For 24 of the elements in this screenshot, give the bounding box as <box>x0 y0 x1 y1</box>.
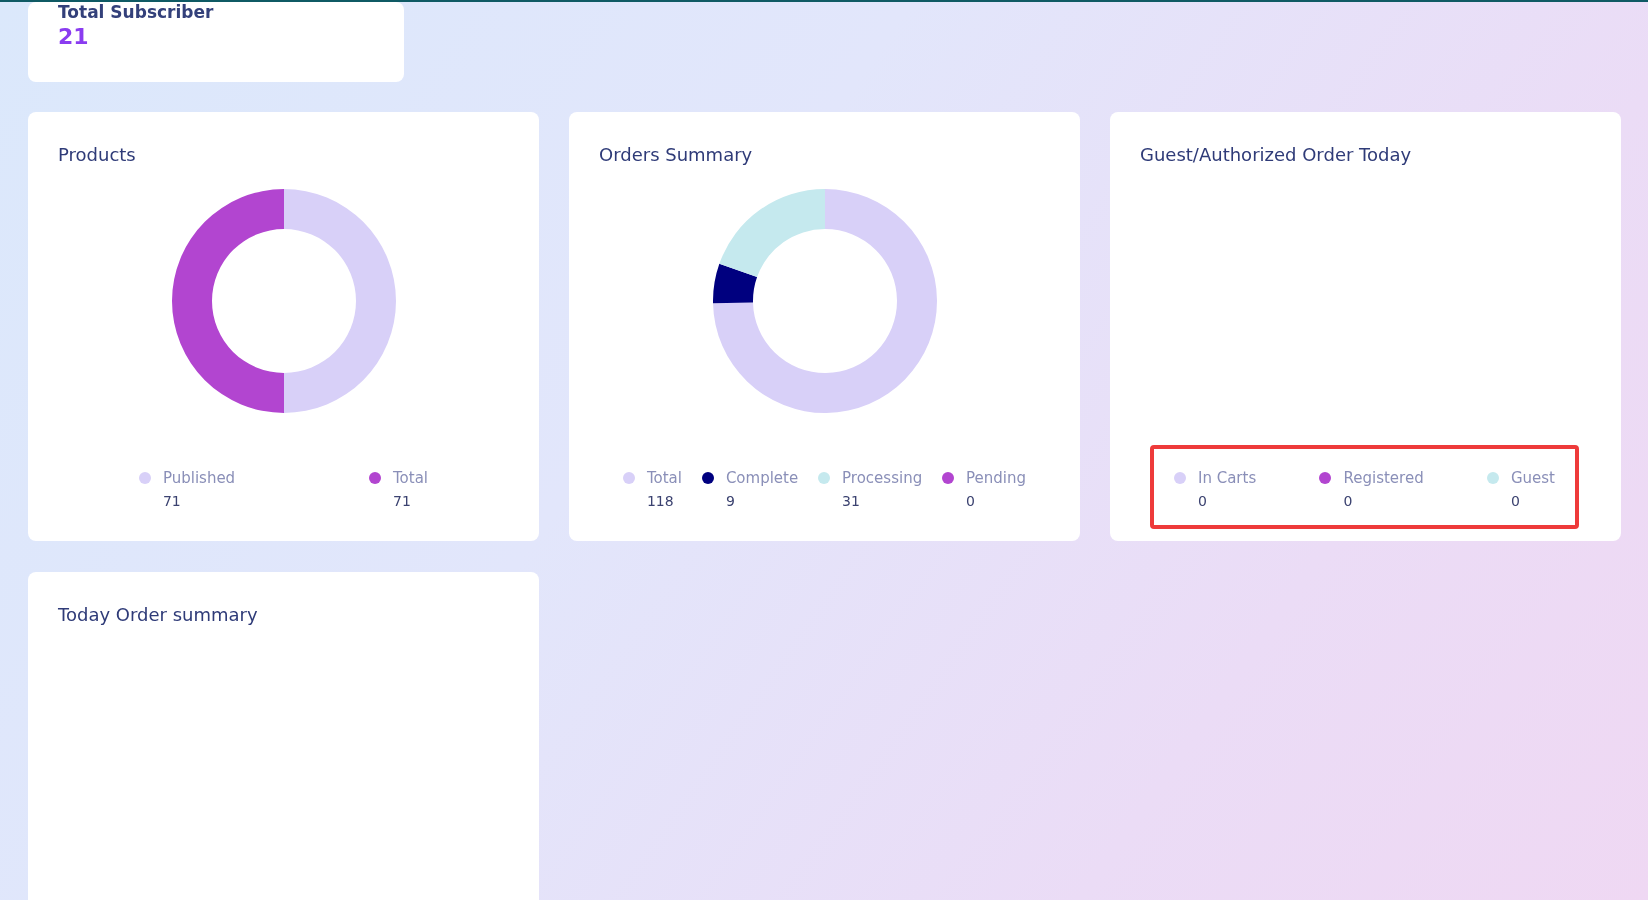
legend-label: Registered <box>1343 469 1424 487</box>
legend-value: 0 <box>1342 493 1354 509</box>
legend-value: 0 <box>1197 493 1208 509</box>
legend-value: 71 <box>161 493 182 509</box>
legend-label: Pending <box>966 469 1027 487</box>
legend-value: 118 <box>645 493 675 509</box>
card-title: Orders Summary <box>599 144 754 165</box>
legend-value: 0 <box>965 493 976 509</box>
card-title: Guest/Authorized Order Today <box>1140 144 1413 165</box>
legend-value: 9 <box>724 493 736 509</box>
legend-label: Total <box>646 469 682 487</box>
legend-label: Guest <box>1510 469 1555 487</box>
legend-value: 0 <box>1509 493 1521 509</box>
legend-value: 71 <box>392 493 412 509</box>
card-title: Products <box>58 144 137 165</box>
legend-label: In Carts <box>1198 469 1257 487</box>
subscriber-count: 21 <box>58 24 90 49</box>
legend-label: Complete <box>725 469 799 487</box>
legend-value: 31 <box>841 493 861 509</box>
legend-label: Published <box>162 469 236 487</box>
legend-label: Total <box>393 469 429 487</box>
card-title: Today Order summary <box>58 604 259 625</box>
card-title: Total Subscriber <box>58 2 215 22</box>
legend-label: Processing <box>842 469 923 487</box>
